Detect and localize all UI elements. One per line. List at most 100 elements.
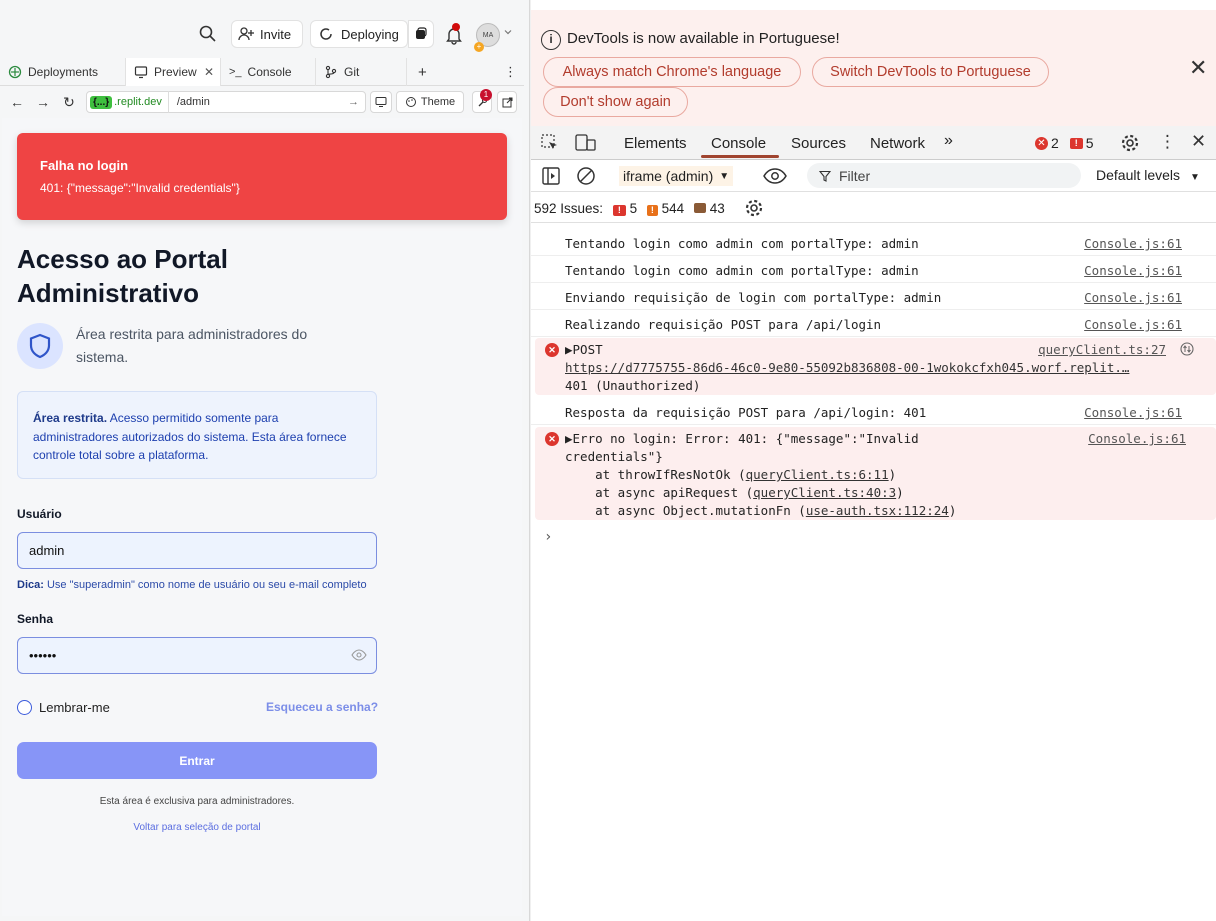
error-header[interactable]: ▶POST	[565, 342, 603, 357]
error-warning-counter[interactable]: ✕ 2 ! 5	[1035, 135, 1094, 151]
gear-icon[interactable]	[744, 198, 764, 218]
gear-icon[interactable]	[1120, 133, 1140, 153]
warning-count: 5	[1085, 135, 1094, 151]
sidebar-toggle-icon[interactable]	[541, 166, 561, 186]
stack-text: at async Object.mutationFn (	[565, 503, 806, 518]
username-label: Usuário	[17, 507, 62, 521]
close-icon[interactable]: ✕	[1189, 57, 1207, 79]
theme-button[interactable]: Theme	[396, 91, 464, 113]
login-button[interactable]: Entrar	[17, 742, 377, 779]
deploying-label: Deploying	[341, 26, 399, 42]
tab-preview[interactable]: Preview ✕	[126, 58, 221, 86]
forward-arrow-icon[interactable]: →	[35, 94, 51, 110]
tab-sources[interactable]: Sources	[791, 135, 846, 152]
add-tab-button[interactable]: +	[407, 58, 443, 86]
stop-deploy-button[interactable]	[408, 20, 434, 48]
tab-label: Git	[344, 65, 360, 79]
filter-input[interactable]: Filter	[807, 163, 1081, 188]
tab-git[interactable]: Git	[316, 58, 407, 86]
eye-icon[interactable]	[351, 649, 367, 661]
chevron-down-icon[interactable]	[503, 27, 513, 37]
issues-summary: 592 Issues: ! 5 ! 544 43	[534, 201, 725, 216]
back-to-portal-link[interactable]: Voltar para seleção de portal	[2, 822, 392, 833]
workspace-tabs: Deployments Preview ✕ >_ Console Git + ⋮	[0, 58, 524, 86]
source-link[interactable]: Console.js:61	[1084, 236, 1182, 251]
close-devtools-icon[interactable]: ✕	[1191, 131, 1206, 152]
close-icon[interactable]: ✕	[204, 65, 214, 79]
console-error-login[interactable]: ✕ ▶Erro no login: Error: 401: {"message"…	[535, 427, 1216, 520]
network-request-icon[interactable]	[1180, 342, 1194, 356]
request-url-link[interactable]: https://d7775755-86d6-46c0-9e80-55092b83…	[565, 360, 1129, 375]
search-icon[interactable]	[198, 24, 218, 44]
back-arrow-icon[interactable]: ←	[9, 94, 25, 110]
add-user-icon	[238, 27, 254, 41]
device-toolbar-icon[interactable]	[575, 133, 597, 153]
deploying-button[interactable]: Deploying	[310, 20, 408, 48]
git-branch-icon	[325, 65, 337, 79]
remember-checkbox[interactable]	[17, 700, 32, 715]
error-count: 2	[1051, 135, 1059, 151]
more-options-icon[interactable]: ⋮	[496, 58, 520, 86]
remember-label[interactable]: Lembrar-me	[39, 700, 110, 715]
avatar-badge-icon: +	[474, 42, 484, 52]
error-header[interactable]: ▶Erro no login: Error: 401: {"message":"…	[565, 431, 919, 446]
forgot-password-link[interactable]: Esqueceu a senha?	[266, 700, 378, 714]
source-link[interactable]: Console.js:61	[1084, 317, 1182, 332]
tab-console[interactable]: Console	[711, 135, 766, 152]
stack-link[interactable]: use-auth.tsx:112:24	[806, 503, 949, 518]
tab-console[interactable]: >_ Console	[221, 58, 316, 86]
source-link[interactable]: queryClient.ts:27	[1038, 342, 1166, 357]
terminal-icon: >_	[229, 66, 242, 78]
password-value: ••••••	[29, 648, 57, 663]
error-flag-icon: !	[612, 205, 626, 216]
log-levels-dropdown[interactable]: Default levels ▼	[1096, 167, 1200, 183]
error-toast: Falha no login 401: {"message":"Invalid …	[17, 133, 507, 220]
match-language-button[interactable]: Always match Chrome's language	[543, 57, 801, 87]
shield-icon	[29, 333, 51, 359]
stack-link[interactable]: queryClient.ts:6:11	[746, 467, 889, 482]
warning-flag-icon: !	[1069, 137, 1083, 149]
source-link[interactable]: Console.js:61	[1084, 290, 1182, 305]
tab-deployments[interactable]: Deployments	[0, 58, 126, 86]
message-text: Resposta da requisição POST para /api/lo…	[565, 405, 927, 420]
switch-language-button[interactable]: Switch DevTools to Portuguese	[812, 57, 1049, 87]
go-arrow-icon[interactable]: →	[348, 96, 359, 108]
tab-network[interactable]: Network	[870, 135, 925, 152]
issues-bar[interactable]: 592 Issues: ! 5 ! 544 43	[531, 193, 1216, 223]
issues-label: 592 Issues:	[534, 201, 604, 216]
footer-note: Esta área é exclusiva para administrador…	[99, 796, 295, 807]
kebab-menu-icon[interactable]: ⋮	[1159, 132, 1176, 152]
hint-bold: Dica:	[17, 579, 44, 591]
inspect-icon[interactable]	[540, 133, 560, 153]
stack-frame: at throwIfResNotOk (queryClient.ts:6:11)	[565, 467, 897, 482]
source-link[interactable]: Console.js:61	[1088, 431, 1186, 446]
stack-frame: at async apiRequest (queryClient.ts:40:3…	[565, 485, 904, 500]
devtools-tabs: Elements Console Sources Network » ✕ 2 !…	[531, 126, 1216, 160]
url-input[interactable]: {...} .replit.dev /admin →	[86, 91, 366, 113]
source-link[interactable]: Console.js:61	[1084, 263, 1182, 278]
clear-console-icon[interactable]	[576, 166, 596, 186]
monitor-icon	[134, 66, 148, 79]
devtools-toggle-button[interactable]	[370, 91, 392, 113]
source-link[interactable]: Console.js:61	[1084, 405, 1182, 420]
warning-flag-icon: !	[646, 205, 658, 216]
tab-elements[interactable]: Elements	[624, 135, 687, 152]
dont-show-again-button[interactable]: Don't show again	[543, 87, 688, 117]
preview-frame: Falha no login 401: {"message":"Invalid …	[2, 118, 522, 916]
stack-link[interactable]: queryClient.ts:40:3	[753, 485, 896, 500]
password-field[interactable]: ••••••	[17, 637, 377, 674]
eye-icon[interactable]	[763, 167, 787, 185]
monitor-icon	[375, 97, 387, 107]
open-new-tab-button[interactable]	[497, 91, 517, 113]
levels-label: Default levels	[1096, 167, 1181, 183]
more-tabs-icon[interactable]: »	[944, 132, 953, 150]
issues-badge: 1	[480, 89, 492, 101]
context-selector[interactable]: iframe (admin) ▼	[619, 166, 734, 186]
message-text: Tentando login como admin com portalType…	[565, 263, 919, 278]
console-error-post[interactable]: ✕ ▶POST queryClient.ts:27 https://d77757…	[535, 338, 1216, 395]
username-field[interactable]: admin	[17, 532, 377, 569]
console-prompt[interactable]: ›	[544, 529, 552, 545]
invite-button[interactable]: Invite	[231, 20, 303, 48]
username-hint: Dica: Use "superadmin" como nome de usuá…	[17, 579, 367, 591]
refresh-icon[interactable]: ↻	[61, 94, 77, 110]
